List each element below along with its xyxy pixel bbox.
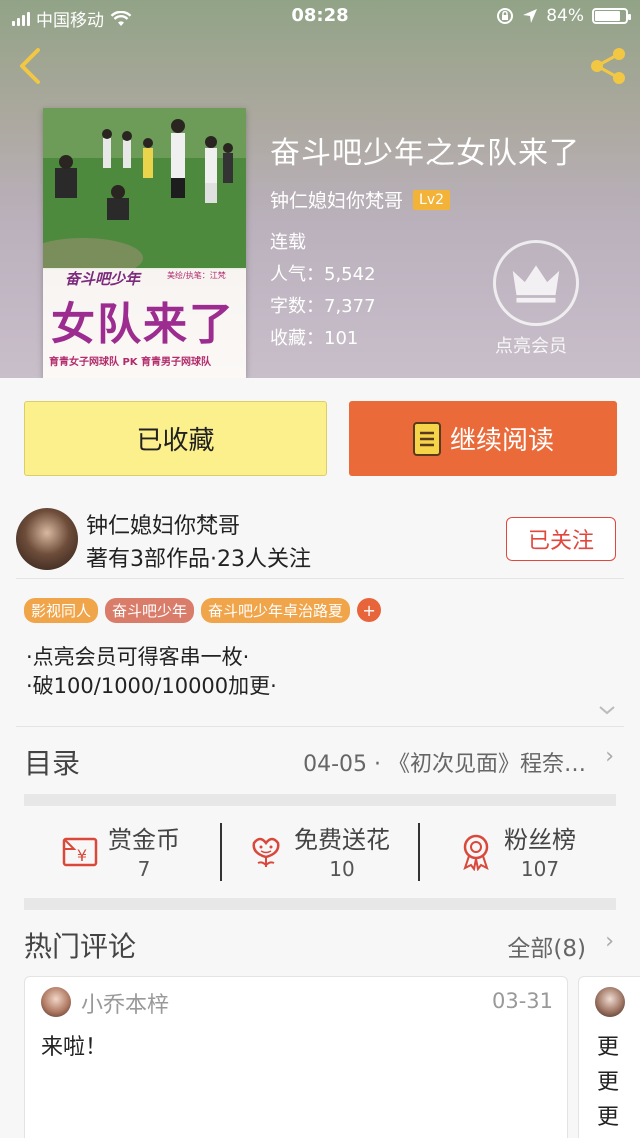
table-of-contents-row[interactable]: 目录 04-05 · 《初次见面》程奈… › [0,726,640,794]
action-label: 免费送花 [294,826,390,854]
comment-text: 更 [597,1105,620,1130]
comment-card[interactable]: 小乔本梓 03-31 来啦！ [24,976,568,1138]
comment-username[interactable]: 小乔本梓 [81,987,169,1019]
tag-list: 影视同人 奋斗吧少年 奋斗吧少年卓治路夏 + [24,598,382,623]
book-detail-body: 已收藏 继续阅读 钟仁媳妇你梵哥 著有3部作品·23人关注 已关注 影视同人 奋… [0,378,640,1138]
hot-comments-title: 热门评论 [24,930,137,963]
book-cover[interactable]: 奋斗吧少年 美绘/执笔：江梵 女队来了 育青女子网球队 PK 育青男子网球队 [43,108,246,378]
cover-title-line2: 女队来了 [51,299,235,350]
status-bar: 中国移动 08:28 84% [0,0,640,34]
description-line: ·点亮会员可得客串一枚· [26,645,250,669]
section-separator [24,898,616,910]
book-title: 奋斗吧少年之女队来了 [270,136,580,171]
comment-card[interactable]: 更 更 更 [578,976,640,1138]
avatar[interactable] [595,987,625,1017]
tag-item[interactable]: 影视同人 [24,598,99,623]
chevron-right-icon: › [605,744,614,769]
action-count: 7 [137,857,151,881]
location-icon [523,9,538,23]
book-author[interactable]: 钟仁媳妇你梵哥 [270,186,403,213]
author-name[interactable]: 钟仁媳妇你梵哥 [86,508,240,540]
share-icon[interactable] [586,44,630,88]
divider [418,823,420,881]
following-button[interactable]: 已关注 [506,517,616,561]
book-description: ·点亮会员可得客串一枚· ·破100/1000/10000加更· [26,643,277,701]
latest-chapter[interactable]: 04-05 · 《初次见面》程奈… [303,746,586,778]
action-count: 107 [520,857,560,881]
crown-icon[interactable] [493,240,579,326]
back-icon[interactable] [12,46,48,86]
section-separator [24,794,616,806]
description-line: ·破100/1000/10000加更· [26,674,277,698]
toc-label: 目录 [24,747,81,780]
all-comments-link[interactable]: 全部(8) [507,929,586,963]
cover-bottom-text: 育青女子网球队 PK 育青男子网球队 [49,357,212,368]
medal-icon [463,834,489,871]
fan-ranking-button[interactable]: 粉丝榜 107 [456,820,576,881]
book-header: 中国移动 08:28 84% 奋斗吧少年 美绘/执笔：江梵 女队来了 育青女子网… [0,0,640,378]
cover-photo [43,108,246,268]
svg-text:¥: ¥ [77,846,87,865]
book-icon [412,421,441,456]
tag-item[interactable]: 奋斗吧少年卓治路夏 [201,598,351,623]
cover-credit: 美绘/执笔：江梵 [167,271,226,280]
continue-reading-label: 继续阅读 [449,426,554,456]
comment-text: 更 [597,1070,620,1095]
avatar[interactable] [16,508,78,570]
battery-icon [592,8,631,24]
action-label: 粉丝榜 [504,826,576,854]
add-tag-button[interactable]: + [357,598,382,622]
reward-coins-button[interactable]: ¥ 赏金币 7 [60,820,180,881]
comment-text: 更 [597,1035,620,1060]
action-label: 赏金币 [108,826,180,854]
author-card[interactable]: 钟仁媳妇你梵哥 著有3部作品·23人关注 已关注 [16,508,626,572]
favorited-button[interactable]: 已收藏 [24,401,327,476]
divider [220,823,222,881]
send-flower-button[interactable]: 免费送花 10 [246,820,390,881]
level-badge: Lv2 [413,189,451,210]
coin-gift-icon: ¥ [62,837,98,866]
comment-text: 来啦！ [41,1035,108,1060]
author-meta: 著有3部作品·23人关注 [86,547,311,572]
hot-comments-header: 热门评论 全部(8) › [0,923,640,973]
comment-date: 03-31 [491,989,553,1013]
action-count: 10 [329,857,355,881]
flower-icon [252,837,280,867]
vip-label[interactable]: 点亮会员 [495,332,567,358]
avatar[interactable] [41,987,71,1017]
rotation-lock-icon [497,8,514,24]
cover-title-line1: 奋斗吧少年 [65,270,141,288]
tag-item[interactable]: 奋斗吧少年 [105,598,195,623]
divider [16,578,624,579]
continue-reading-button[interactable]: 继续阅读 [349,401,617,476]
battery-percent: 84% [546,6,584,26]
chevron-down-icon[interactable] [598,704,616,716]
chevron-right-icon: › [605,929,614,954]
